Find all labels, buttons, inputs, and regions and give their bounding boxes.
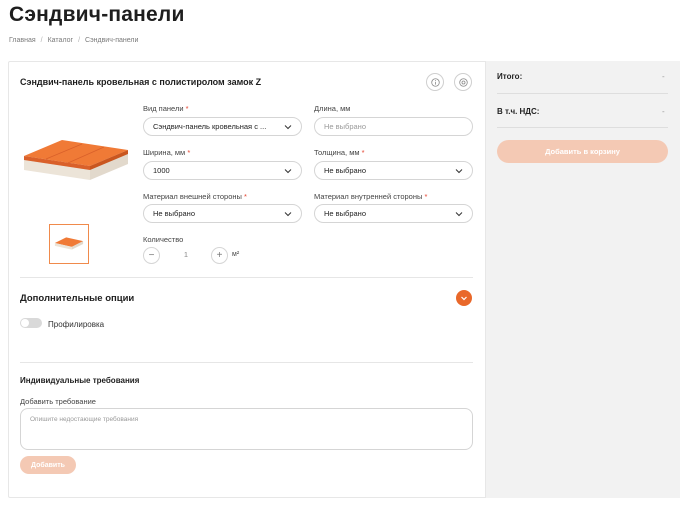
quantity-increase-button[interactable]: + [211, 247, 228, 264]
breadcrumb-home[interactable]: Главная [9, 37, 36, 44]
product-image [23, 140, 129, 180]
chevron-down-icon [284, 169, 292, 174]
breadcrumb: Главная / Каталог / Сэндвич-панели [9, 37, 138, 44]
toggle-knob [21, 319, 29, 327]
quantity-unit: м² [232, 251, 240, 258]
product-thumbnail[interactable] [49, 224, 89, 264]
chevron-down-icon [455, 169, 463, 174]
breadcrumb-separator: / [78, 37, 81, 44]
outer-material-value: Не выбрано [153, 209, 195, 218]
requirements-label: Добавить требование [20, 397, 96, 406]
inner-material-value: Не выбрано [324, 209, 366, 218]
profiling-label: Профилировка [48, 320, 105, 329]
width-label: Ширина, мм * [143, 148, 191, 157]
divider [20, 277, 473, 278]
thickness-label: Толщина, мм * [314, 148, 365, 157]
chevron-down-icon [455, 212, 463, 217]
add-requirement-button[interactable]: Добавить [20, 456, 76, 474]
product-title: Сэндвич-панель кровельная с полистиролом… [20, 77, 262, 87]
requirements-title: Индивидуальные требования [20, 376, 140, 385]
add-to-cart-button[interactable]: Добавить в корзину [497, 140, 668, 163]
total-value: - [662, 72, 665, 81]
length-label: Длина, мм [314, 104, 351, 113]
outer-material-label: Материал внешней стороны * [143, 192, 247, 201]
page-title: Сэндвич-панели [9, 3, 185, 26]
summary-divider [497, 127, 668, 128]
inner-material-label: Материал внутренней стороны * [314, 192, 428, 201]
breadcrumb-current: Сэндвич-панели [85, 37, 139, 44]
profiling-toggle[interactable] [20, 318, 42, 328]
quantity-label: Количество [143, 235, 184, 244]
thickness-value: Не выбрано [324, 166, 366, 175]
options-expand-button[interactable] [456, 290, 472, 306]
vat-label: В т.ч. НДС: [497, 107, 540, 116]
total-label: Итого: [497, 72, 523, 81]
divider [20, 362, 473, 363]
settings-button[interactable] [454, 73, 472, 91]
length-input[interactable]: Не выбрано [314, 117, 473, 136]
width-value: 1000 [153, 166, 170, 175]
thumbnail-image [54, 237, 84, 250]
panel-type-label: Вид панели * [143, 104, 189, 113]
panel-type-value: Сэндвич-панель кровельная с ... [153, 122, 267, 131]
settings-icon [458, 77, 468, 87]
vat-value: - [662, 107, 665, 116]
width-select[interactable]: 1000 [143, 161, 302, 180]
quantity-value[interactable]: 1 [171, 250, 201, 259]
thickness-select[interactable]: Не выбрано [314, 161, 473, 180]
options-title: Дополнительные опции [20, 293, 135, 304]
info-button[interactable] [426, 73, 444, 91]
breadcrumb-separator: / [40, 37, 43, 44]
requirements-textarea[interactable]: Опишите недостающие требования [20, 408, 473, 450]
chevron-down-icon [284, 212, 292, 217]
breadcrumb-catalog[interactable]: Каталог [48, 37, 73, 44]
panel-type-select[interactable]: Сэндвич-панель кровельная с ... [143, 117, 302, 136]
info-icon [430, 77, 440, 87]
summary-divider [497, 93, 668, 94]
chevron-down-icon [461, 296, 467, 301]
chevron-down-icon [284, 125, 292, 130]
inner-material-select[interactable]: Не выбрано [314, 204, 473, 223]
quantity-decrease-button[interactable]: − [143, 247, 160, 264]
outer-material-select[interactable]: Не выбрано [143, 204, 302, 223]
